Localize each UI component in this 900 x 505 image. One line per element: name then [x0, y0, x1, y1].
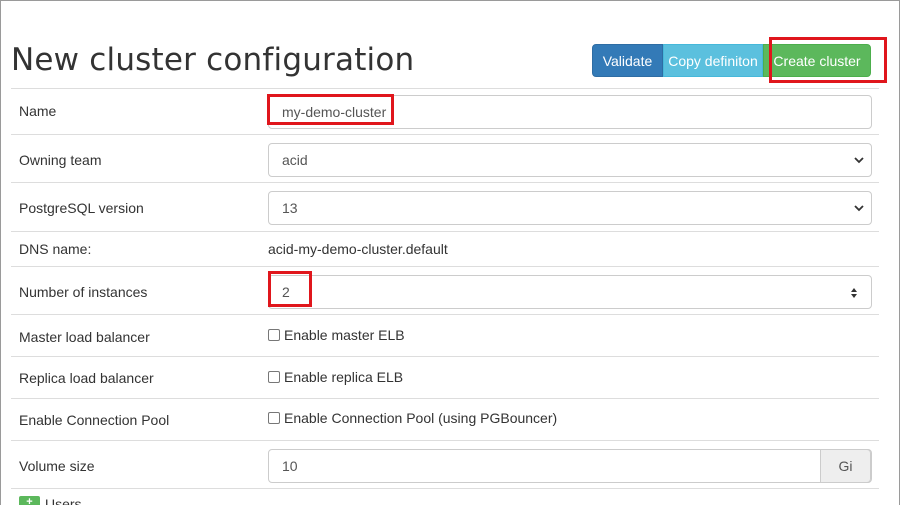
connection-pool-checkbox-label: Enable Connection Pool (using PGBouncer) — [284, 410, 558, 426]
page-title: New cluster configuration — [11, 42, 415, 78]
instances-row: Number of instances 2 — [11, 266, 879, 314]
chevron-down-icon — [854, 157, 864, 164]
postgres-version-value: 13 — [282, 200, 298, 216]
connection-pool-checkbox[interactable]: Enable Connection Pool (using PGBouncer) — [268, 410, 557, 426]
number-spinner-icon[interactable] — [849, 286, 859, 300]
dns-name-value: acid-my-demo-cluster.default — [268, 241, 448, 257]
replica-elb-checkbox[interactable]: Enable replica ELB — [268, 369, 403, 385]
owning-team-label: Owning team — [19, 152, 102, 168]
replica-lb-row: Replica load balancer Enable replica ELB — [11, 356, 879, 398]
name-row: Name my-demo-cluster — [11, 88, 879, 134]
connection-pool-row: Enable Connection Pool Enable Connection… — [11, 398, 879, 440]
postgres-version-label: PostgreSQL version — [19, 200, 144, 216]
volume-size-label: Volume size — [19, 458, 95, 474]
name-input-value: my-demo-cluster — [282, 104, 387, 120]
users-section-label[interactable]: Users — [45, 496, 82, 505]
master-elb-checkbox-label: Enable master ELB — [284, 327, 405, 343]
master-lb-row: Master load balancer Enable master ELB — [11, 314, 879, 356]
master-elb-checkbox[interactable]: Enable master ELB — [268, 327, 405, 343]
volume-unit-addon: Gi — [820, 449, 871, 483]
create-cluster-button[interactable]: Create cluster — [763, 44, 871, 77]
volume-size-input-group: 10 Gi — [268, 449, 872, 483]
name-input[interactable]: my-demo-cluster — [268, 95, 872, 129]
owning-team-select[interactable]: acid — [268, 143, 872, 177]
copy-definition-button[interactable]: Copy definiton — [663, 44, 763, 77]
owning-team-value: acid — [282, 152, 308, 168]
replica-lb-label: Replica load balancer — [19, 370, 154, 386]
checkbox-icon[interactable] — [268, 371, 280, 383]
checkbox-icon[interactable] — [268, 412, 280, 424]
volume-size-row: Volume size 10 Gi — [11, 440, 879, 489]
instances-input[interactable]: 2 — [268, 275, 872, 309]
connection-pool-label: Enable Connection Pool — [19, 412, 170, 428]
chevron-down-icon — [854, 205, 864, 212]
postgres-version-row: PostgreSQL version 13 — [11, 182, 879, 231]
dns-name-label: DNS name: — [19, 241, 92, 257]
instances-label: Number of instances — [19, 284, 148, 300]
plus-icon[interactable]: + — [19, 496, 40, 505]
owning-team-row: Owning team acid — [11, 134, 879, 182]
action-button-group: Validate Copy definiton Create cluster — [592, 44, 871, 77]
master-lb-label: Master load balancer — [19, 329, 150, 345]
validate-button[interactable]: Validate — [592, 44, 663, 77]
dns-name-row: DNS name: acid-my-demo-cluster.default — [11, 231, 879, 266]
volume-size-input[interactable]: 10 — [282, 458, 298, 474]
replica-elb-checkbox-label: Enable replica ELB — [284, 369, 404, 385]
postgres-version-select[interactable]: 13 — [268, 191, 872, 225]
name-label: Name — [19, 103, 57, 119]
checkbox-icon[interactable] — [268, 329, 280, 341]
instances-value: 2 — [282, 284, 290, 300]
